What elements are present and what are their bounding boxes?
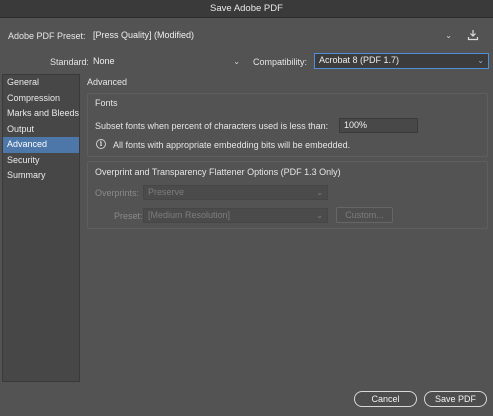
overprint-section-title: Overprint and Transparency Flattener Opt…: [95, 167, 341, 177]
save-preset-icon[interactable]: [467, 29, 479, 41]
chevron-down-icon: ⌄: [445, 31, 452, 40]
chevron-down-icon: ⌄: [316, 188, 323, 197]
sidebar-item-advanced[interactable]: Advanced: [3, 137, 79, 153]
overprints-label: Overprints:: [95, 188, 140, 198]
window-title: Save Adobe PDF: [0, 0, 493, 18]
custom-button[interactable]: Custom...: [336, 207, 393, 223]
compatibility-label: Compatibility:: [253, 57, 308, 67]
save-pdf-button[interactable]: Save PDF: [424, 391, 487, 407]
chevron-down-icon: ⌄: [316, 211, 323, 220]
flattener-preset-label: Preset:: [114, 211, 143, 221]
cancel-button[interactable]: Cancel: [354, 391, 417, 407]
sidebar-item-security[interactable]: Security: [3, 153, 79, 169]
info-icon: i: [96, 139, 106, 149]
flattener-preset-value: [Medium Resolution]: [148, 210, 231, 220]
fonts-section-title: Fonts: [95, 98, 118, 108]
standard-dropdown[interactable]: None ⌄: [88, 54, 245, 69]
sidebar-item-marks-and-bleeds[interactable]: Marks and Bleeds: [3, 106, 79, 122]
preset-value: [Press Quality] (Modified): [93, 30, 195, 40]
preset-dropdown[interactable]: [Press Quality] (Modified) ⌄: [88, 28, 457, 43]
overprints-value: Preserve: [148, 187, 185, 197]
sidebar-item-summary[interactable]: Summary: [3, 168, 79, 184]
sidebar-item-output[interactable]: Output: [3, 122, 79, 138]
page-title: Advanced: [87, 77, 128, 87]
flattener-preset-dropdown[interactable]: [Medium Resolution] ⌄: [143, 208, 328, 223]
preset-label: Adobe PDF Preset:: [8, 31, 86, 41]
standard-value: None: [93, 56, 115, 66]
subset-fonts-label: Subset fonts when percent of characters …: [95, 121, 329, 131]
embedding-info-text: All fonts with appropriate embedding bit…: [113, 140, 351, 150]
overprints-dropdown[interactable]: Preserve ⌄: [143, 185, 328, 200]
subset-percent-input[interactable]: 100%: [339, 118, 418, 133]
chevron-down-icon: ⌄: [477, 56, 484, 65]
sidebar: General Compression Marks and Bleeds Out…: [2, 74, 80, 382]
subset-percent-value: 100%: [344, 120, 368, 130]
compatibility-value: Acrobat 8 (PDF 1.7): [319, 55, 400, 65]
sidebar-item-general[interactable]: General: [3, 75, 79, 91]
standard-label: Standard:: [50, 57, 90, 67]
sidebar-item-compression[interactable]: Compression: [3, 91, 79, 107]
compatibility-dropdown[interactable]: Acrobat 8 (PDF 1.7) ⌄: [314, 53, 489, 69]
chevron-down-icon: ⌄: [233, 57, 240, 66]
